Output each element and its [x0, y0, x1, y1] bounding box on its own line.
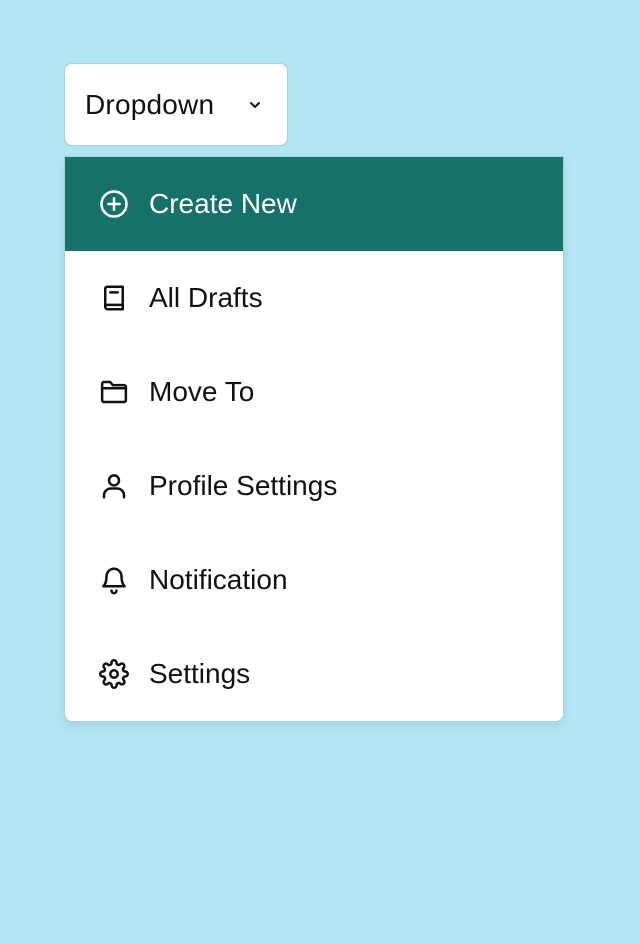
- menu-item-label: Profile Settings: [149, 470, 338, 501]
- menu-item-label: Settings: [149, 658, 251, 689]
- menu-item-create-new[interactable]: Create New: [65, 157, 563, 251]
- folder-icon: [99, 377, 129, 407]
- dropdown-toggle-button[interactable]: Dropdown: [64, 63, 288, 146]
- bell-icon: [99, 565, 129, 595]
- plus-circle-icon: [99, 189, 129, 219]
- dropdown-label: Dropdown: [85, 88, 215, 120]
- chevron-down-icon: [250, 101, 260, 108]
- menu-item-settings[interactable]: Settings: [65, 627, 563, 721]
- gear-icon: [99, 659, 129, 689]
- book-icon: [99, 283, 129, 313]
- menu-item-label: Move To: [149, 376, 255, 407]
- user-icon: [99, 471, 129, 501]
- menu-item-move-to[interactable]: Move To: [65, 345, 563, 439]
- page-background: Dropdown Create New All Drafts Move To P…: [0, 0, 640, 944]
- menu-item-all-drafts[interactable]: All Drafts: [65, 251, 563, 345]
- menu-item-label: Notification: [149, 564, 288, 595]
- menu-item-label: Create New: [149, 188, 297, 219]
- menu-item-notification[interactable]: Notification: [65, 533, 563, 627]
- dropdown-menu: Create New All Drafts Move To Profile Se…: [64, 156, 564, 722]
- menu-item-label: All Drafts: [149, 282, 263, 313]
- menu-item-profile-settings[interactable]: Profile Settings: [65, 439, 563, 533]
